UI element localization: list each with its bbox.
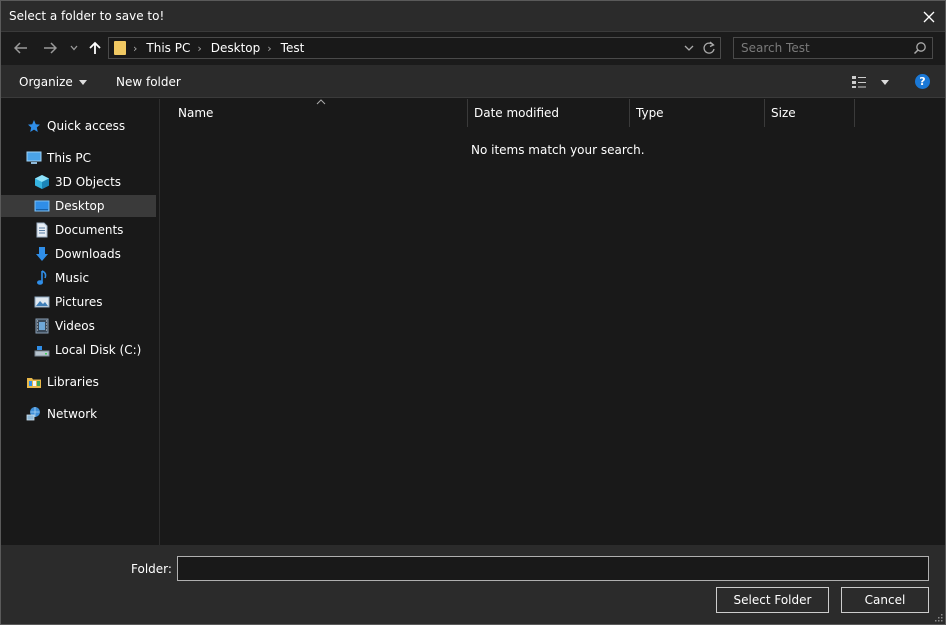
chevron-right-icon: › [133,41,138,55]
breadcrumb-test[interactable]: Test [281,41,305,55]
dialog-footer: Folder: Select Folder Cancel [1,545,945,624]
breadcrumb-desktop[interactable]: Desktop [211,41,261,55]
file-list[interactable]: Name Date modified Type Size No items ma… [161,99,945,545]
libraries-icon [26,374,42,390]
back-button[interactable] [12,39,30,57]
column-header-size[interactable]: Size [765,99,855,127]
help-button[interactable]: ? [915,74,930,89]
column-header-label: Name [178,106,214,120]
sidebar-item-label: Desktop [55,199,105,213]
sidebar-item-this-pc[interactable]: This PC [1,147,156,169]
chevron-down-icon [70,45,78,51]
column-header-label: Size [771,106,796,120]
column-header-label: Type [636,106,664,120]
sidebar-item-label: Libraries [47,375,99,389]
folder-label: Folder: [131,562,172,576]
resize-grip-icon[interactable] [933,612,943,622]
organize-button[interactable]: Organize [19,75,87,89]
search-input[interactable] [734,38,909,58]
address-history-chevron-icon[interactable] [684,40,694,56]
video-icon [34,318,50,334]
search-box [733,37,933,59]
folder-icon [114,41,126,55]
save-folder-dialog: Select a folder to save to! › This PC › … [0,0,946,625]
sidebar-item-local-disk[interactable]: Local Disk (C:) [1,339,156,361]
sidebar-item-label: 3D Objects [55,175,122,189]
up-button[interactable] [87,39,103,57]
caret-down-icon [78,80,87,85]
title-bar: Select a folder to save to! [1,1,945,32]
close-button[interactable] [913,1,945,32]
command-bar: Organize New folder ? [1,65,945,98]
organize-label: Organize [19,75,73,89]
back-arrow-icon [14,42,27,54]
column-header-label: Date modified [474,106,560,120]
dialog-title: Select a folder to save to! [9,9,165,23]
sidebar-item-label: Quick access [47,119,126,133]
sidebar-item-documents[interactable]: Documents [1,219,156,241]
breadcrumb-this-pc[interactable]: This PC [146,41,190,55]
sidebar-item-label: Videos [55,319,95,333]
empty-state-message: No items match your search. [471,143,645,157]
recent-locations-button[interactable] [68,39,80,57]
sidebar-item-label: This PC [47,151,91,165]
star-icon [26,118,42,134]
cancel-button[interactable]: Cancel [841,587,929,613]
sidebar-item-label: Documents [55,223,124,237]
network-icon [26,406,42,422]
sidebar-item-libraries[interactable]: Libraries [1,371,156,393]
up-arrow-icon [89,41,101,54]
computer-icon [26,150,42,166]
sidebar-item-pictures[interactable]: Pictures [1,291,156,313]
column-header-type[interactable]: Type [630,99,765,127]
select-folder-button[interactable]: Select Folder [716,587,829,613]
sidebar-item-videos[interactable]: Videos [1,315,156,337]
sidebar-item-music[interactable]: Music [1,267,156,289]
drive-icon [34,342,50,358]
forward-arrow-icon [44,42,57,54]
navigation-pane: Quick access This PC 3D Objects Desktop … [1,99,160,545]
folder-name-input[interactable] [177,556,929,581]
sidebar-item-downloads[interactable]: Downloads [1,243,156,265]
chevron-right-icon[interactable]: › [197,42,201,55]
sidebar-item-label: Downloads [55,247,121,261]
new-folder-button[interactable]: New folder [116,75,181,89]
document-icon [34,222,50,238]
chevron-right-icon[interactable]: › [267,42,271,55]
sidebar-item-label: Pictures [55,295,103,309]
navigation-bar: › This PC › Desktop › Test [1,32,945,65]
change-view-button[interactable] [851,75,889,89]
caret-down-icon [881,79,889,85]
sidebar-item-label: Music [55,271,90,285]
desktop-icon [34,198,50,214]
search-icon[interactable] [913,41,927,55]
sidebar-item-desktop[interactable]: Desktop [1,195,156,217]
details-view-icon [852,76,866,88]
picture-icon [34,294,50,310]
column-header-date-modified[interactable]: Date modified [468,99,630,127]
close-icon [923,11,935,22]
sidebar-item-quick-access[interactable]: Quick access [1,115,156,137]
cube-icon [34,174,50,190]
music-icon [34,270,50,286]
sidebar-item-3d-objects[interactable]: 3D Objects [1,171,156,193]
refresh-icon[interactable] [702,40,716,56]
download-icon [34,246,50,262]
sidebar-item-network[interactable]: Network [1,403,156,425]
help-icon: ? [919,75,926,88]
sidebar-item-label: Network [47,407,98,421]
forward-button[interactable] [41,39,59,57]
address-bar[interactable]: › This PC › Desktop › Test [108,37,721,59]
sort-ascending-icon [316,97,326,108]
sidebar-item-label: Local Disk (C:) [55,343,142,357]
